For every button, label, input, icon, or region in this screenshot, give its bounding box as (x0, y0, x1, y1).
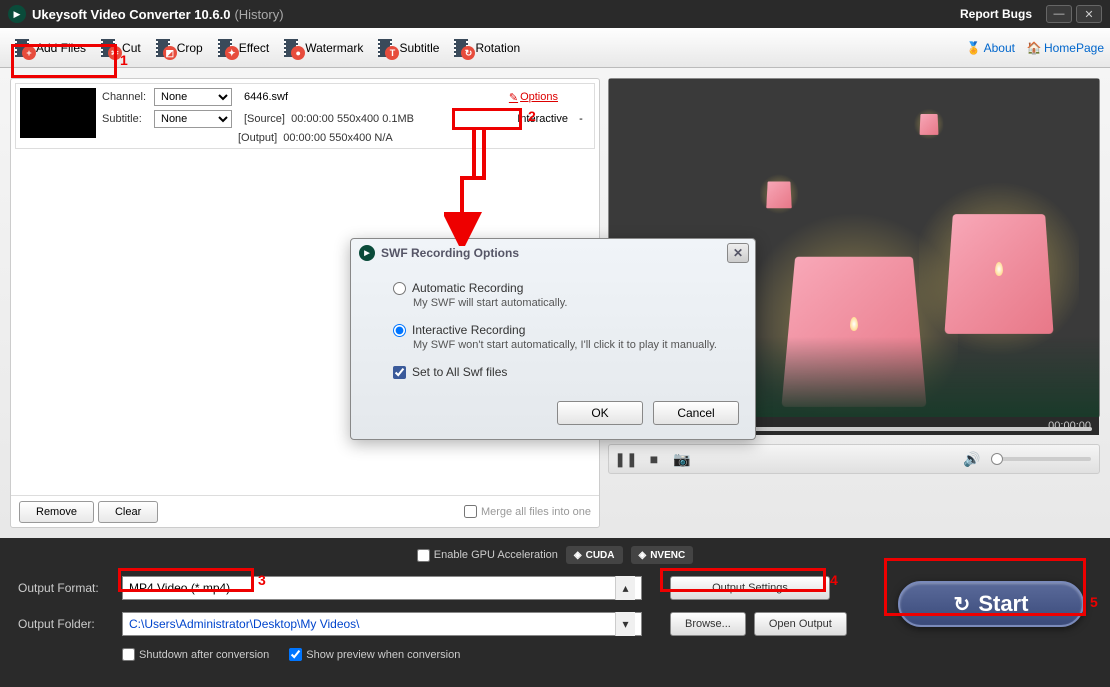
channel-label: Channel: (102, 91, 150, 103)
auto-recording-desc: My SWF will start automatically. (413, 297, 725, 309)
annotation-number-2: 2 (528, 108, 536, 124)
pause-button[interactable]: ❚❚ (617, 450, 635, 468)
subtitle-icon: T (375, 38, 395, 58)
about-icon: 🏅 (967, 41, 981, 55)
add-files-button[interactable]: + Add Files (6, 32, 92, 64)
close-button[interactable]: ✕ (1076, 5, 1102, 23)
annotation-number-3: 3 (258, 572, 266, 588)
file-thumbnail (20, 88, 96, 138)
dialog-ok-button[interactable]: OK (557, 401, 643, 425)
subtitle-button[interactable]: T Subtitle (369, 32, 445, 64)
volume-slider[interactable] (991, 457, 1091, 461)
interactive-label: Interactive (517, 113, 568, 125)
chevron-down-icon[interactable]: ▾ (615, 612, 635, 636)
app-title: Ukeysoft Video Converter 10.6.0 (32, 7, 230, 22)
stop-button[interactable]: ■ (645, 450, 663, 468)
auto-recording-radio[interactable]: Automatic Recording (393, 281, 725, 295)
shutdown-checkbox[interactable]: Shutdown after conversion (122, 648, 269, 661)
snapshot-button[interactable]: 📷 (673, 450, 691, 468)
dialog-close-button[interactable]: ✕ (727, 243, 749, 263)
main-toolbar: + Add Files ✂ Cut ◩ Crop ✦ Effect ● Wate… (0, 28, 1110, 68)
browse-button[interactable]: Browse... (670, 612, 746, 636)
title-bar: Ukeysoft Video Converter 10.6.0 (History… (0, 0, 1110, 28)
history-link[interactable]: (History) (234, 7, 283, 22)
list-footer: Remove Clear Merge all files into one (11, 495, 599, 527)
chevron-up-icon[interactable]: ▴ (615, 576, 635, 600)
gpu-accel-checkbox[interactable]: Enable GPU Acceleration (417, 549, 558, 562)
crop-button[interactable]: ◩ Crop (147, 32, 209, 64)
show-preview-checkbox[interactable]: Show preview when conversion (289, 648, 460, 661)
homepage-link[interactable]: 🏠HomePage (1027, 41, 1104, 55)
subtitle-select[interactable]: None (154, 110, 232, 128)
file-row[interactable]: Channel: None 6446.swf Options Subtitle:… (15, 83, 595, 149)
output-folder-input[interactable]: C:\Users\Administrator\Desktop\My Videos… (122, 612, 642, 636)
home-icon: 🏠 (1027, 41, 1041, 55)
channel-select[interactable]: None (154, 88, 232, 106)
cut-icon: ✂ (98, 38, 118, 58)
open-output-button[interactable]: Open Output (754, 612, 847, 636)
nvenc-badge: ◈ NVENC (631, 546, 694, 564)
preview-controls: ❚❚ ■ 📷 🔊 (608, 444, 1100, 474)
output-folder-label: Output Folder: (18, 617, 114, 631)
effect-button[interactable]: ✦ Effect (209, 32, 275, 64)
report-bugs-link[interactable]: Report Bugs (960, 7, 1032, 21)
dialog-logo-icon (359, 245, 375, 261)
swf-options-dialog: SWF Recording Options ✕ Automatic Record… (350, 238, 756, 440)
rotation-icon: ↻ (451, 38, 471, 58)
subtitle-label: Subtitle: (102, 113, 150, 125)
options-link[interactable]: Options (509, 91, 558, 104)
about-link[interactable]: 🏅About (967, 41, 1015, 55)
clear-button[interactable]: Clear (98, 501, 158, 523)
dialog-titlebar[interactable]: SWF Recording Options (351, 239, 755, 267)
annotation-number-5: 5 (1090, 594, 1098, 610)
output-format-label: Output Format: (18, 581, 114, 595)
merge-checkbox[interactable]: Merge all files into one (464, 505, 591, 518)
volume-icon[interactable]: 🔊 (963, 450, 981, 468)
dialog-cancel-button[interactable]: Cancel (653, 401, 739, 425)
annotation-number-4: 4 (830, 572, 838, 588)
remove-button[interactable]: Remove (19, 501, 94, 523)
interactive-recording-desc: My SWF won't start automatically, I'll c… (413, 339, 725, 351)
output-format-select[interactable]: MP4 Video (*.mp4)▴ (122, 576, 642, 600)
crop-icon: ◩ (153, 38, 173, 58)
interactive-recording-radio[interactable]: Interactive Recording (393, 323, 725, 337)
app-logo-icon (8, 5, 26, 23)
dialog-title: SWF Recording Options (381, 246, 519, 260)
set-all-swf-checkbox[interactable]: Set to All Swf files (393, 365, 725, 379)
annotation-number-1: 1 (120, 52, 128, 68)
file-name: 6446.swf (244, 91, 288, 103)
rotation-button[interactable]: ↻ Rotation (445, 32, 526, 64)
minimize-button[interactable]: — (1046, 5, 1072, 23)
add-files-icon: + (12, 38, 32, 58)
watermark-icon: ● (281, 38, 301, 58)
effect-icon: ✦ (215, 38, 235, 58)
output-settings-button[interactable]: Output Settings (670, 576, 830, 600)
watermark-button[interactable]: ● Watermark (275, 32, 369, 64)
annotation-arrow (444, 128, 494, 246)
start-button[interactable]: Start (898, 581, 1084, 627)
cuda-badge: ◈ CUDA (566, 546, 623, 564)
